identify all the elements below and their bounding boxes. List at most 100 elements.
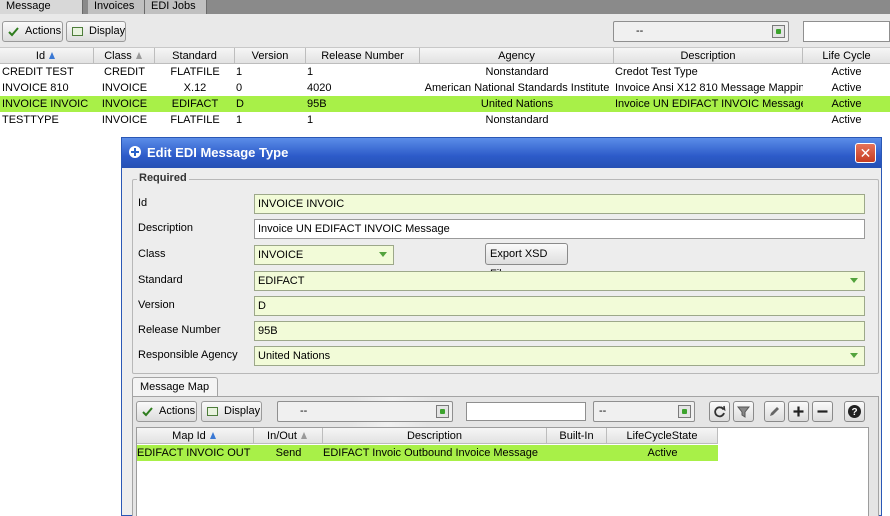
tab-message-map[interactable]: Message Map	[132, 377, 218, 397]
standard-select[interactable]: EDIFACT	[254, 271, 865, 291]
edit-button[interactable]	[764, 401, 785, 422]
close-icon: ✕	[859, 145, 872, 161]
cell-lifecycle: Active	[831, 114, 862, 126]
column-header-id[interactable]: Id	[0, 48, 94, 64]
cell-version: D	[236, 98, 244, 110]
column-header-description[interactable]: Description	[323, 428, 547, 444]
version-value: D	[258, 300, 266, 312]
column-label: Built-In	[559, 430, 594, 442]
remove-button[interactable]	[812, 401, 833, 422]
description-label: Description	[138, 222, 194, 234]
close-button[interactable]: ✕	[855, 143, 876, 163]
standard-label: Standard	[138, 274, 183, 286]
table-row[interactable]: TESTTYPE INVOICE FLATFILE 1 1 Nonstandar…	[0, 112, 890, 128]
section-legend: Required	[137, 172, 189, 184]
column-label: Class	[104, 50, 132, 62]
tab-label: Message Map	[140, 381, 210, 393]
dialog-title-bar[interactable]: Edit EDI Message Type ✕	[122, 138, 881, 168]
column-header-inout[interactable]: In/Out	[254, 428, 323, 444]
agency-select[interactable]: United Nations	[254, 346, 865, 366]
map-display-button[interactable]: Display	[201, 401, 262, 422]
standard-value: EDIFACT	[258, 275, 305, 287]
version-field[interactable]: D	[254, 296, 865, 316]
refresh-button[interactable]	[709, 401, 730, 422]
cell-release: 4020	[307, 82, 332, 94]
column-header-version[interactable]: Version	[235, 48, 306, 64]
column-label: Description	[406, 430, 463, 442]
column-header-standard[interactable]: Standard	[155, 48, 235, 64]
tab-label: Invoices	[94, 0, 135, 12]
chevron-down-icon	[850, 353, 858, 358]
tab-edi-jobs[interactable]: EDI Jobs	[145, 0, 207, 14]
release-field[interactable]: 95B	[254, 321, 865, 341]
chevron-down-icon	[850, 278, 858, 283]
message-map-table-header: Map Id In/Out Description Built-In LifeC…	[137, 428, 718, 444]
tab-message-types[interactable]: Message Types	[0, 0, 83, 25]
help-button[interactable]: ?	[844, 401, 865, 422]
id-field[interactable]: INVOICE INVOIC	[254, 194, 865, 214]
message-map-row-selected[interactable]: EDIFACT INVOIC OUT Send EDIFACT Invoic O…	[137, 445, 718, 461]
table-row[interactable]: CREDIT TEST CREDIT FLATFILE 1 1 Nonstand…	[0, 64, 890, 80]
cell-id: INVOICE 810	[2, 82, 69, 94]
cell-lifecycle-state: Active	[647, 447, 678, 459]
column-header-lifecycle-state[interactable]: LifeCycleState	[607, 428, 718, 444]
cell-standard: FLATFILE	[170, 114, 220, 126]
export-xsd-button[interactable]: Export XSD File	[485, 243, 568, 280]
dropdown-arrow-icon	[678, 405, 691, 418]
map-actions-button[interactable]: Actions	[136, 401, 197, 422]
column-label: Description	[680, 50, 736, 62]
search-input[interactable]	[803, 21, 890, 42]
column-header-built-in[interactable]: Built-In	[547, 428, 607, 444]
column-header-release[interactable]: Release Number	[306, 48, 420, 64]
cell-class: INVOICE	[101, 98, 148, 110]
class-select[interactable]: INVOICE	[254, 245, 394, 265]
table-row[interactable]: INVOICE 810 INVOICE X.12 0 4020 American…	[0, 80, 890, 96]
map-filter-dropdown[interactable]: --	[277, 401, 453, 422]
cell-description: Invoice Ansi X12 810 Message Mapping	[615, 82, 803, 94]
filter2-value: --	[599, 405, 607, 417]
column-header-class[interactable]: Class	[94, 48, 155, 64]
cell-id: TESTTYPE	[2, 114, 59, 126]
cell-lifecycle: Active	[831, 98, 862, 110]
dropdown-arrow-icon	[436, 405, 449, 418]
check-icon	[142, 407, 153, 417]
sort-ascending-icon	[209, 432, 216, 439]
column-header-agency[interactable]: Agency	[420, 48, 614, 64]
help-icon: ?	[848, 405, 861, 418]
cell-description: EDIFACT Invoic Outbound Invoice Message	[323, 447, 539, 459]
cell-id: CREDIT TEST	[2, 66, 74, 78]
top-tab-bar: Message Types Invoices EDI Jobs	[0, 0, 890, 25]
version-label: Version	[138, 299, 175, 311]
tab-label: EDI Jobs	[151, 0, 196, 12]
cell-agency: Nonstandard	[485, 66, 549, 78]
refresh-icon	[714, 405, 726, 418]
cell-id: INVOICE INVOIC	[2, 98, 89, 110]
check-icon	[8, 27, 19, 37]
actions-button[interactable]: Actions	[2, 21, 63, 42]
description-field[interactable]: Invoice UN EDIFACT INVOIC Message	[254, 219, 865, 239]
display-label: Display	[224, 405, 261, 417]
cell-version: 1	[236, 114, 243, 126]
filter-dropdown[interactable]: --	[613, 21, 789, 42]
table-row-selected[interactable]: INVOICE INVOIC INVOICE EDIFACT D 95B Uni…	[0, 96, 890, 112]
map-search-input[interactable]	[466, 402, 586, 421]
map-filter2-dropdown[interactable]: --	[593, 401, 695, 422]
id-value: INVOICE INVOIC	[258, 198, 345, 210]
tab-invoices[interactable]: Invoices	[88, 0, 145, 14]
add-button[interactable]	[788, 401, 809, 422]
cell-agency: United Nations	[480, 98, 554, 110]
actions-label: Actions	[159, 405, 196, 417]
cell-lifecycle: Active	[831, 82, 862, 94]
main-toolbar: Actions Display --	[0, 14, 890, 48]
pencil-icon	[770, 407, 779, 416]
column-header-map-id[interactable]: Map Id	[137, 428, 254, 444]
plus-icon	[793, 406, 804, 417]
display-icon	[207, 407, 218, 416]
filter-button[interactable]	[733, 401, 754, 422]
cell-release: 1	[307, 66, 314, 78]
column-header-description[interactable]: Description	[614, 48, 803, 64]
column-label: Map Id	[172, 430, 206, 442]
display-button[interactable]: Display	[66, 21, 126, 42]
column-header-lifecycle[interactable]: Life Cycle	[803, 48, 890, 64]
cell-standard: FLATFILE	[170, 66, 220, 78]
